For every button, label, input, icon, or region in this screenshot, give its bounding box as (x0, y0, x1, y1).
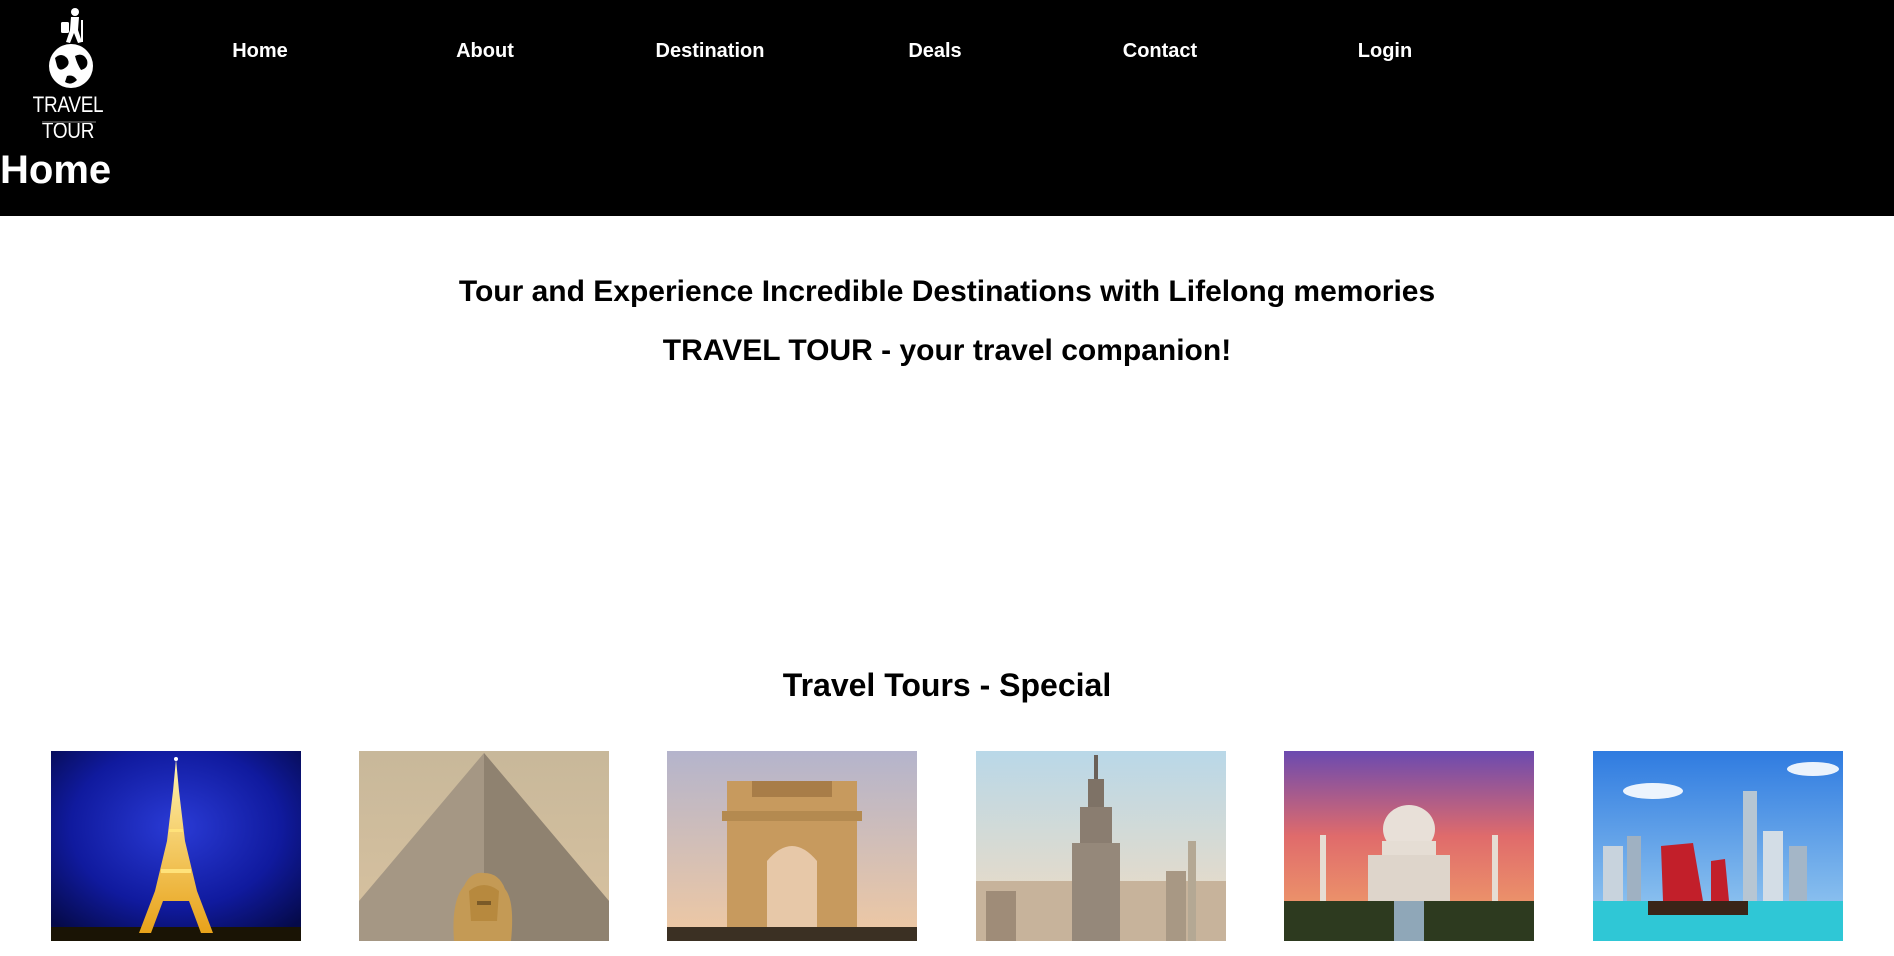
hero-headline: Tour and Experience Incredible Destinati… (458, 275, 1436, 308)
empire-state-image (976, 751, 1226, 941)
nav-about[interactable]: About (395, 36, 575, 66)
tour-card-taj-mahal[interactable] (1284, 751, 1534, 941)
page: TRAVEL TOUR Home About Destination Deals… (0, 0, 1894, 956)
tour-card-india-gate[interactable] (667, 751, 917, 941)
special-tours-title: Travel Tours - Special (782, 667, 1112, 703)
logo-text: TRAVEL TOUR (32, 92, 104, 143)
nav-login[interactable]: Login (1295, 36, 1475, 66)
nav-destination[interactable]: Destination (620, 36, 800, 66)
india-gate-image (667, 751, 917, 941)
main-nav: Home About Destination Deals Contact Log… (0, 36, 1894, 66)
tour-card-empire-state[interactable] (976, 751, 1226, 941)
site-logo[interactable]: TRAVEL TOUR (6, 4, 130, 143)
logo-tagline (42, 121, 96, 123)
nav-deals[interactable]: Deals (845, 36, 1025, 66)
page-title: Home (0, 148, 112, 192)
site-header: TRAVEL TOUR Home About Destination Deals… (0, 0, 1894, 216)
nav-home[interactable]: Home (170, 36, 350, 66)
tour-card-pyramid[interactable] (359, 751, 609, 941)
eiffel-tower-image (51, 751, 301, 941)
tour-card-hong-kong[interactable] (1593, 751, 1843, 941)
pyramid-image (359, 751, 609, 941)
taj-mahal-image (1284, 751, 1534, 941)
hong-kong-image (1593, 751, 1843, 941)
hero-subheadline: TRAVEL TOUR - your travel companion! (662, 334, 1232, 367)
nav-contact[interactable]: Contact (1070, 36, 1250, 66)
tour-card-eiffel-tower[interactable] (51, 751, 301, 941)
